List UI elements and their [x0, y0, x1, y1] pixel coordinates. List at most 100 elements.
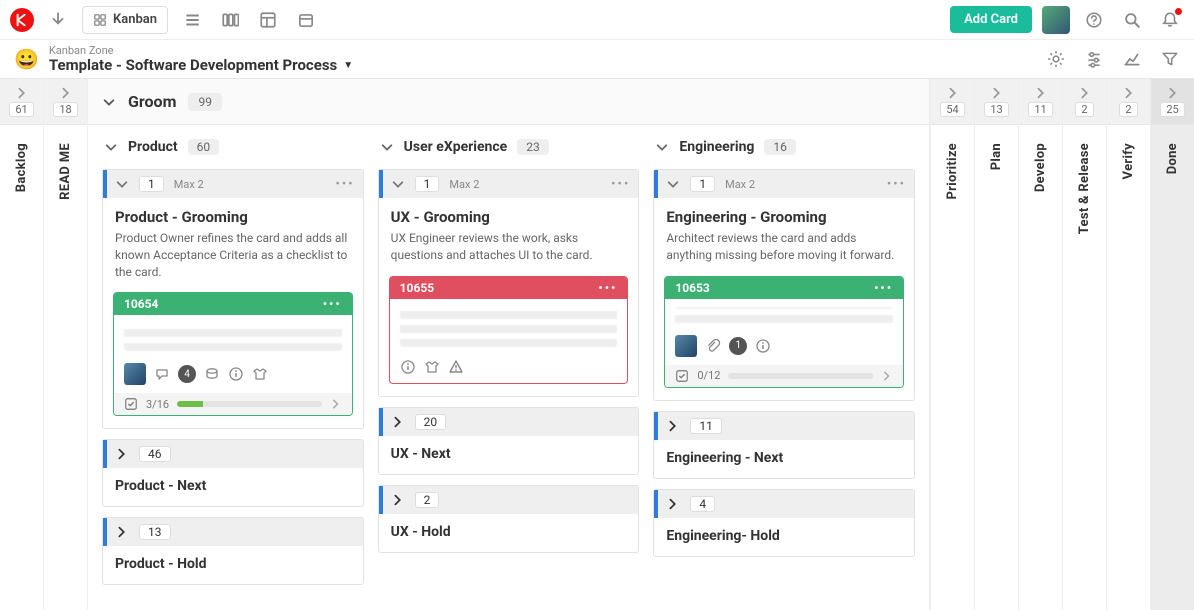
- hold-section: 2 UX - Hold: [378, 485, 640, 553]
- section-header[interactable]: 46: [103, 440, 363, 468]
- chevron-right-icon[interactable]: [330, 398, 342, 410]
- card-id: 10655: [400, 281, 434, 295]
- collapsed-column-develop[interactable]: 11 Develop: [1018, 79, 1062, 610]
- section-header[interactable]: 1 Max 2 •••: [103, 170, 363, 198]
- card-progress: 0/12: [665, 365, 903, 387]
- chevron-down-icon: [104, 140, 118, 154]
- groom-lanes: Product 60 1 Max 2 ••• Product - Groomin…: [88, 125, 929, 610]
- section-header[interactable]: 1 Max 2 •••: [379, 170, 639, 198]
- app-logo[interactable]: [10, 8, 34, 32]
- next-section: 11 Engineering - Next: [653, 411, 915, 479]
- card-id: 10653: [675, 281, 709, 295]
- collapsed-column-verify[interactable]: 2 Verify: [1106, 79, 1150, 610]
- chevron-down-icon: [666, 177, 680, 191]
- section-header[interactable]: 1 Max 2 •••: [654, 170, 914, 198]
- size-icon: [424, 359, 440, 375]
- kanban-card[interactable]: 10655 •••: [389, 276, 629, 384]
- breadcrumb-title[interactable]: Template - Software Development Process …: [49, 57, 353, 74]
- assignee-avatar[interactable]: [124, 363, 146, 385]
- card-more-icon[interactable]: •••: [874, 281, 893, 295]
- more-icon[interactable]: •••: [336, 177, 355, 192]
- sliders-icon[interactable]: [1080, 45, 1108, 73]
- checklist-icon: [675, 369, 689, 383]
- collapsed-column-backlog[interactable]: 61 Backlog: [0, 79, 44, 610]
- user-avatar[interactable]: [1042, 6, 1070, 34]
- size-icon: [252, 366, 268, 382]
- chevron-down-icon: [102, 95, 116, 109]
- assignee-avatar[interactable]: [675, 335, 697, 357]
- collapsed-column-done[interactable]: 25 Done: [1150, 79, 1194, 610]
- view-list-icon[interactable]: [178, 6, 206, 34]
- collapsed-column-prioritize[interactable]: 54 Prioritize: [930, 79, 974, 610]
- kanban-card[interactable]: 10654••• 4 3/16: [113, 292, 353, 416]
- lane-header[interactable]: User eXperience 23: [378, 135, 640, 159]
- collapsed-column-plan[interactable]: 13 Plan: [974, 79, 1018, 610]
- card-more-icon[interactable]: •••: [598, 281, 617, 295]
- card-title-blurred: [675, 307, 893, 323]
- more-icon[interactable]: •••: [611, 177, 630, 192]
- points-icon: [204, 366, 220, 382]
- chevron-right-icon: [1166, 86, 1180, 100]
- chevron-right-icon: [15, 86, 29, 100]
- chevron-right-icon: [990, 86, 1004, 100]
- section-header[interactable]: 11: [654, 412, 914, 440]
- comment-icon: [154, 366, 170, 382]
- chevron-down-icon: [115, 177, 129, 191]
- section-header[interactable]: 13: [103, 518, 363, 546]
- collapsed-column-test-release[interactable]: 2 Test & Release: [1062, 79, 1106, 610]
- groom-count: 99: [188, 93, 222, 111]
- grooming-section: 1 Max 2 ••• Product - Grooming Product O…: [102, 169, 364, 429]
- kanban-board: 61 Backlog 18 READ ME Groom 99 Product: [0, 78, 1194, 610]
- settings-icon[interactable]: [1042, 45, 1070, 73]
- lane-header[interactable]: Engineering 16: [653, 135, 915, 159]
- chevron-right-icon: [391, 493, 405, 507]
- next-section: 20 UX - Next: [378, 407, 640, 475]
- hold-section: 4 Engineering- Hold: [653, 489, 915, 557]
- notifications-icon[interactable]: [1156, 6, 1184, 34]
- filter-icon[interactable]: [1156, 45, 1184, 73]
- lane-header[interactable]: Product 60: [102, 135, 364, 159]
- chevron-right-icon: [59, 86, 73, 100]
- section-header[interactable]: 20: [379, 408, 639, 436]
- info-icon: [400, 359, 416, 375]
- view-layout-icon[interactable]: [254, 6, 282, 34]
- more-icon[interactable]: •••: [887, 177, 906, 192]
- collapsed-column-readme[interactable]: 18 READ ME: [44, 79, 88, 610]
- attachment-count: 1: [729, 337, 747, 355]
- card-title-blurred: [400, 307, 618, 347]
- section-header[interactable]: 4: [654, 490, 914, 518]
- view-calendar-icon[interactable]: [292, 6, 320, 34]
- chevron-right-icon[interactable]: [881, 370, 893, 382]
- groom-title: Groom: [128, 92, 176, 111]
- card-more-icon[interactable]: •••: [323, 297, 342, 311]
- kanban-card[interactable]: 10653 ••• 1 0/12: [664, 276, 904, 388]
- chevron-right-icon: [391, 415, 405, 429]
- left-collapsed-stack: 61 Backlog 18 READ ME: [0, 79, 88, 610]
- chevron-right-icon: [1122, 86, 1136, 100]
- chart-icon[interactable]: [1118, 45, 1146, 73]
- view-label: Kanban: [113, 12, 157, 27]
- topbar: Kanban Add Card: [0, 0, 1194, 40]
- view-columns-icon[interactable]: [216, 6, 244, 34]
- column-label: Backlog: [14, 143, 29, 192]
- download-icon[interactable]: [44, 6, 72, 34]
- groom-header[interactable]: Groom 99: [88, 79, 929, 125]
- card-progress: 3/16: [114, 393, 352, 415]
- help-icon[interactable]: [1080, 6, 1108, 34]
- section-header[interactable]: 2: [379, 486, 639, 514]
- chevron-down-icon: [655, 140, 669, 154]
- add-card-button[interactable]: Add Card: [950, 6, 1032, 33]
- chevron-right-icon: [1034, 86, 1048, 100]
- right-collapsed-stack: 54 Prioritize 13 Plan 11 Develop 2 Test …: [930, 79, 1194, 610]
- checklist-icon: [124, 397, 138, 411]
- chevron-right-icon: [115, 525, 129, 539]
- chevron-right-icon: [1078, 86, 1092, 100]
- view-kanban-pill[interactable]: Kanban: [82, 6, 168, 34]
- column-count: 61: [9, 102, 33, 117]
- card-id: 10654: [124, 297, 158, 311]
- hold-section: 13 Product - Hold: [102, 517, 364, 585]
- chevron-down-icon: [391, 177, 405, 191]
- search-icon[interactable]: [1118, 6, 1146, 34]
- lane-engineering: Engineering 16 1 Max 2 ••• Engineering -…: [653, 135, 915, 600]
- grooming-section: 1 Max 2 ••• Engineering - Grooming Archi…: [653, 169, 915, 401]
